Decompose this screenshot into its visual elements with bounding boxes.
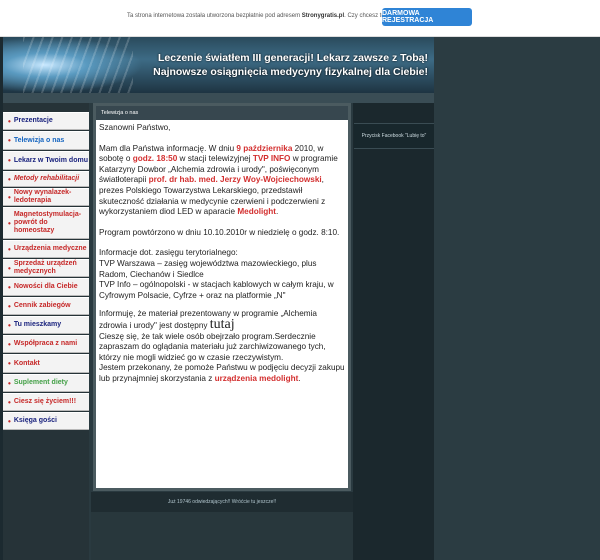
sidebar-item-4[interactable]: • Metody rehabilitacji <box>3 171 89 187</box>
sidebar-item-8[interactable]: • Sprzedaż urządzeń medycznych <box>3 259 89 277</box>
paragraph-material: Informuję, że materiał prezentowany w pr… <box>99 309 317 332</box>
top-ad-bar: Ta strona internetowa została utworzona … <box>0 0 600 37</box>
sidebar-item-label: Telewizja o nas <box>13 136 65 144</box>
sidebar-item-label: Cennik zabiegów <box>13 302 71 309</box>
tvp-info-highlight: TVP INFO <box>252 154 291 164</box>
bullet-icon: • <box>8 156 11 165</box>
bullet-icon: • <box>8 136 11 145</box>
sidebar-item-label: Metody rehabilitacji <box>13 175 80 182</box>
bullet-icon: • <box>8 174 11 184</box>
sidebar-item-label: Nowości dla Ciebie <box>13 283 78 290</box>
sidebar-item-label: Lekarz w Twoim domu <box>13 156 88 164</box>
content-panel: Telewizja o nas Szanowni Państwo, Mam dl… <box>93 103 351 491</box>
sidebar-item-5[interactable]: • Nowy wynalazek-ledoterapia <box>3 188 89 206</box>
bullet-icon: • <box>8 282 11 292</box>
paragraph-repeat: Program powtórzono w dniu 10.10.2010r w … <box>99 227 340 237</box>
right-background <box>434 37 600 560</box>
content-body: Szanowni Państwo, Mam dla Państwa inform… <box>96 120 348 384</box>
bullet-icon: • <box>8 320 11 330</box>
paragraph-closing: Jestem przekonany, że pomoże Państwu w p… <box>99 363 345 383</box>
sidebar-item-label: Księga gości <box>13 417 57 424</box>
professor-highlight: prof. dr hab. med. Jerzy Woy-Wojciechows… <box>148 175 322 185</box>
paragraph-announcement: Mam dla Państwa informację. W dniu 9 paź… <box>99 143 338 217</box>
bullet-icon: • <box>8 116 11 126</box>
hosting-message-prefix: Ta strona internetowa została utworzona … <box>127 13 302 19</box>
sidebar-item-3[interactable]: • Lekarz w Twoim domu <box>3 151 89 170</box>
sidebar-item-label: Magnetostymulacja-powrót do homeostazy <box>13 211 82 234</box>
bullet-icon: • <box>8 339 11 349</box>
time-highlight: godz. 18:50 <box>132 154 178 164</box>
facebook-like-box[interactable]: Przycisk Facebook "Lubię to" <box>354 123 434 149</box>
sidebar-item-2[interactable]: • Telewizja o nas <box>3 131 89 150</box>
sidebar-item-label: Ciesz się życiem!!! <box>13 398 77 405</box>
bullet-icon: • <box>8 359 11 368</box>
sidebar-item-label: Suplement diety <box>13 379 68 386</box>
medolight-highlight: Medolight <box>237 207 276 217</box>
sidebar-item-6[interactable]: • Magnetostymulacja-powrót do homeostazy <box>3 207 89 239</box>
sidebar-item-13[interactable]: • Kontakt <box>3 354 89 373</box>
sidebar-item-label: Urządzenia medyczne <box>13 245 87 252</box>
sidebar-item-10[interactable]: • Cennik zabiegów <box>3 297 89 315</box>
bullet-icon: • <box>8 263 11 273</box>
sidebar-item-label: Prezentacje <box>13 117 53 124</box>
sidebar-item-14[interactable]: • Suplement diety <box>3 374 89 392</box>
bottom-band <box>91 512 353 560</box>
sidebar-item-label: Współpraca z nami <box>13 340 78 347</box>
paragraph-thanks: Cieszę się, że tak wiele osób obejrzało … <box>99 331 326 362</box>
paragraph-coverage-warsaw: TVP Warszawa – zasięg województwa mazowi… <box>99 258 317 279</box>
bullet-icon: • <box>8 397 11 407</box>
bullet-icon: • <box>8 218 11 228</box>
sidebar-item-7[interactable]: • Urządzenia medyczne <box>3 240 89 258</box>
bullet-icon: • <box>8 301 11 311</box>
banner-title: Leczenie światłem III generacji! Lekarz … <box>153 52 428 78</box>
sidebar-item-16[interactable]: • Księga gości <box>3 412 89 430</box>
visitor-counter: Już 19746 odwiedzających!! Wróćcie tu je… <box>91 492 353 512</box>
paragraph-coverage-info: TVP Info – ogólnopolski - w stacjach kab… <box>99 280 334 300</box>
banner-strip <box>3 93 434 103</box>
sidebar-item-label: Sprzedaż urządzeń medycznych <box>13 260 77 275</box>
sidebar-item-15[interactable]: • Ciesz się życiem!!! <box>3 393 89 411</box>
material-link[interactable]: tutaj <box>210 317 235 332</box>
sidebar-item-12[interactable]: • Współpraca z nami <box>3 335 89 353</box>
medolight-device-link[interactable]: urządzenia medolight <box>215 374 299 383</box>
bullet-icon: • <box>8 378 11 388</box>
light-rays-graphic <box>23 37 133 93</box>
sidebar-item-9[interactable]: • Nowości dla Ciebie <box>3 278 89 296</box>
bullet-icon: • <box>8 244 11 254</box>
register-button[interactable]: DARMOWA REJESTRACJA <box>382 8 472 26</box>
hosting-site-link[interactable]: Stronygratis.pl <box>302 13 344 19</box>
sidebar-item-label: Kontakt <box>13 359 40 367</box>
sidebar-item-label: Tu mieszkamy <box>13 321 62 328</box>
header-banner: Leczenie światłem III generacji! Lekarz … <box>3 37 434 93</box>
right-column <box>353 103 434 560</box>
date-highlight: 9 października <box>236 143 293 153</box>
sidebar-item-1[interactable]: • Prezentacje <box>3 112 89 130</box>
greeting: Szanowni Państwo, <box>99 123 171 132</box>
bullet-icon: • <box>8 416 11 426</box>
sidebar-item-11[interactable]: • Tu mieszkamy <box>3 316 89 334</box>
sidebar-item-label: Nowy wynalazek-ledoterapia <box>13 189 72 204</box>
content-title: Telewizja o nas <box>96 106 348 120</box>
paragraph-coverage-title: Informacje dot. zasięgu terytorialnego: <box>99 248 238 258</box>
bullet-icon: • <box>8 192 11 202</box>
